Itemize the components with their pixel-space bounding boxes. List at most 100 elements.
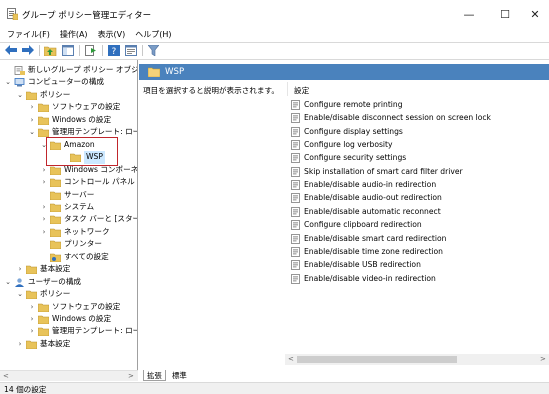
tab-extended[interactable]: 拡張: [143, 370, 166, 381]
tree-item[interactable]: › システム: [0, 201, 137, 214]
folder-icon: [26, 265, 37, 275]
setting-icon: [291, 180, 300, 190]
tree-item[interactable]: › Windows の設定: [0, 114, 137, 127]
tab-standard[interactable]: 標準: [169, 370, 190, 381]
setting-icon: [291, 273, 300, 284]
chevron-right-icon[interactable]: ›: [28, 114, 36, 127]
tree-horizontal-scrollbar[interactable]: < >: [0, 370, 138, 381]
all-settings-icon: [50, 253, 61, 262]
filter-button[interactable]: [147, 44, 160, 56]
properties-button[interactable]: [124, 44, 137, 56]
setting-label: Enable/disable automatic reconnect: [304, 206, 441, 216]
tree-pane[interactable]: 新しいグループ ポリシー オブジェクト [⌄ コンピューターの構成 ⌄ ポリシー › ソフ…: [0, 60, 138, 370]
details-pane: WSP 項目を選択すると説明が表示されます。 設定 Configure remo…: [139, 60, 549, 370]
tree-item[interactable]: › 基本設定: [0, 338, 137, 351]
folder-icon: [26, 340, 37, 349]
tree-item[interactable]: › タスク バーと [スター: [0, 213, 137, 226]
menu-file[interactable]: ファイル(F): [7, 28, 50, 42]
setting-label: Configure clipboard redirection: [304, 220, 422, 230]
tree-item-label: 管理用テンプレート: ロー: [52, 326, 138, 336]
chevron-right-icon[interactable]: ›: [40, 176, 48, 189]
computer-icon: [14, 78, 25, 87]
chevron-right-icon[interactable]: ›: [40, 226, 48, 239]
tree-item[interactable]: ⌄ ポリシー: [0, 288, 137, 301]
scroll-left-arrow-icon[interactable]: <: [288, 354, 294, 365]
chevron-right-icon[interactable]: ›: [16, 263, 24, 276]
tree-item[interactable]: › Windows の設定: [0, 313, 137, 326]
menu-help[interactable]: ヘルプ(H): [135, 28, 171, 42]
setting-label: Enable/disable disconnect session on scr…: [304, 113, 491, 123]
minimize-button[interactable]: —: [452, 0, 486, 28]
help-button[interactable]: ?: [107, 44, 120, 56]
chevron-right-icon[interactable]: ›: [28, 325, 36, 338]
chevron-right-icon[interactable]: ›: [28, 101, 36, 114]
tree-item[interactable]: › コントロール パネル: [0, 176, 137, 189]
column-header-label: 設定: [294, 86, 310, 95]
setting-label: Configure display settings: [304, 126, 403, 136]
folder-icon: [26, 290, 37, 300]
window-title: グループ ポリシー管理エディター: [22, 11, 152, 21]
tree-item[interactable]: ⌄ ユーザーの構成: [0, 276, 137, 289]
folder-icon: [50, 228, 61, 237]
tree-item[interactable]: ⌄ コンピューターの構成: [0, 76, 137, 89]
back-icon: [4, 45, 17, 55]
details-header-title: WSP: [165, 67, 185, 77]
tree-item[interactable]: 新しいグループ ポリシー オブジェクト [: [0, 64, 137, 77]
tree-item[interactable]: ⌄ ポリシー: [0, 89, 137, 102]
chevron-down-icon[interactable]: ⌄: [16, 288, 24, 301]
chevron-right-icon[interactable]: ›: [28, 313, 36, 326]
toolbar-separator: [79, 44, 80, 56]
chevron-down-icon[interactable]: ⌄: [4, 276, 12, 289]
policy-doc-icon: [14, 66, 25, 75]
maximize-button[interactable]: ☐: [488, 0, 522, 28]
menu-action[interactable]: 操作(A): [60, 28, 88, 42]
export-list-button[interactable]: [84, 44, 97, 56]
toolbar-separator: [102, 44, 103, 56]
chevron-right-icon[interactable]: ›: [16, 338, 24, 351]
scrollbar-thumb[interactable]: [297, 356, 457, 363]
chevron-down-icon[interactable]: ⌄: [28, 126, 36, 139]
chevron-right-icon[interactable]: ›: [40, 201, 48, 214]
scroll-right-arrow-icon[interactable]: >: [128, 371, 134, 382]
forward-icon: [21, 45, 34, 55]
back-button[interactable]: [4, 44, 17, 56]
folder-icon: [148, 67, 160, 77]
chevron-right-icon[interactable]: ›: [40, 213, 48, 226]
tree-item[interactable]: サーバー: [0, 189, 137, 202]
show-hide-tree-button[interactable]: [61, 44, 74, 56]
tree-item-label: ソフトウェアの設定: [52, 102, 121, 112]
scroll-left-arrow-icon[interactable]: <: [3, 371, 9, 382]
tree-item-label: システム: [64, 201, 95, 211]
chevron-down-icon[interactable]: ⌄: [4, 76, 12, 89]
chevron-right-icon[interactable]: ›: [28, 301, 36, 314]
scroll-right-arrow-icon[interactable]: >: [540, 354, 546, 365]
setting-label: Configure log verbosity: [304, 140, 393, 150]
tree-item[interactable]: › ソフトウェアの設定: [0, 301, 137, 314]
tree-item-label: ポリシー: [40, 289, 71, 299]
tree-item[interactable]: › ソフトウェアの設定: [0, 101, 137, 114]
folder-up-icon: [44, 46, 57, 56]
toolbar-separator: [39, 44, 40, 56]
tree-item[interactable]: すべての設定: [0, 251, 137, 264]
folder-icon: [50, 166, 61, 175]
folder-icon: [50, 203, 61, 212]
tree-item[interactable]: › 基本設定: [0, 263, 137, 276]
folder-up-button[interactable]: [44, 44, 57, 56]
menu-view[interactable]: 表示(V): [98, 28, 126, 42]
details-horizontal-scrollbar[interactable]: < >: [285, 354, 549, 365]
settings-column-header[interactable]: 設定: [287, 82, 549, 96]
tree-item[interactable]: プリンター: [0, 238, 137, 251]
user-icon: [15, 278, 24, 287]
setting-icon: [291, 126, 300, 137]
tree-item[interactable]: › 管理用テンプレート: ロー: [0, 325, 138, 338]
show-hide-tree-icon: [61, 44, 74, 56]
tree-item[interactable]: › ネットワーク: [0, 226, 137, 239]
menu-bar: ファイル(F) 操作(A) 表示(V) ヘルプ(H): [0, 28, 549, 42]
chevron-down-icon[interactable]: ⌄: [16, 89, 24, 102]
forward-button[interactable]: [21, 44, 34, 56]
setting-icon: [291, 166, 300, 177]
close-button[interactable]: ✕: [518, 0, 549, 28]
folder-icon: [26, 91, 37, 100]
tree-item-label: すべての設定: [64, 251, 109, 261]
setting-label: Enable/disable USB redirection: [304, 260, 421, 270]
